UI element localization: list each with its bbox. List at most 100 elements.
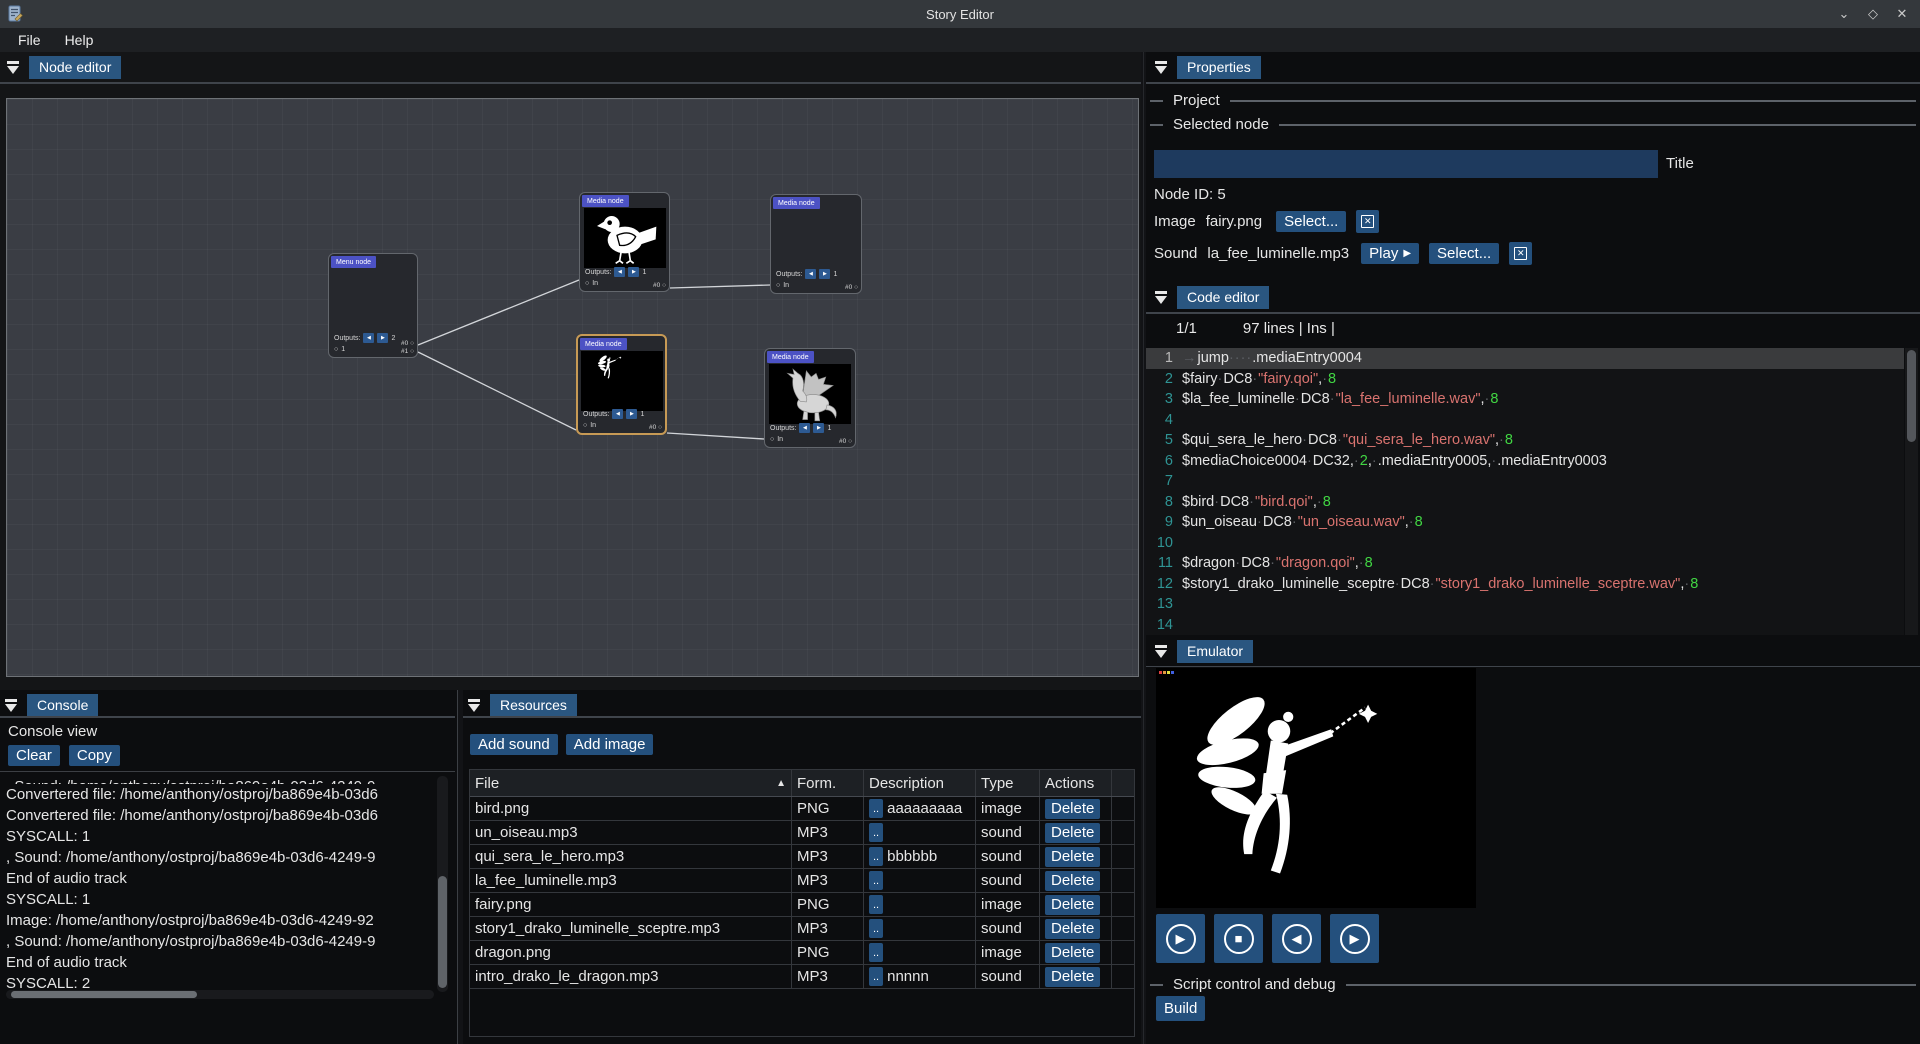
copy-button[interactable]: Copy bbox=[69, 745, 120, 766]
emulator-play-button[interactable]: ▶ bbox=[1156, 914, 1205, 963]
collapse-node-editor-icon[interactable] bbox=[6, 61, 20, 74]
sound-clear-button[interactable]: ✕ bbox=[1509, 242, 1532, 265]
code-line[interactable]: 10 bbox=[1146, 533, 1904, 554]
console-hscroll-thumb[interactable] bbox=[11, 991, 197, 998]
next-output-button[interactable]: ▶ bbox=[819, 269, 830, 279]
column-header-format[interactable]: Form. bbox=[792, 770, 864, 796]
sound-select-button[interactable]: Select... bbox=[1429, 243, 1499, 264]
clear-button[interactable]: Clear bbox=[8, 745, 60, 766]
image-select-button[interactable]: Select... bbox=[1276, 211, 1346, 232]
fairy-media-node[interactable]: Media nodeOutputs:◀▶1○In#0 ○ bbox=[576, 334, 667, 435]
code-line[interactable]: 6$mediaChoice0004·DC32,·2,·.mediaEntry00… bbox=[1146, 451, 1904, 472]
column-header-file[interactable]: File ▲ bbox=[470, 770, 792, 796]
delete-button[interactable]: Delete bbox=[1045, 943, 1100, 963]
console-vscroll-thumb[interactable] bbox=[438, 876, 447, 988]
console-log[interactable]: , Sound: /home/anthony/ostproj/ba869e4b-… bbox=[6, 776, 434, 992]
build-button[interactable]: Build bbox=[1156, 996, 1205, 1021]
code-vscroll-thumb[interactable] bbox=[1907, 350, 1916, 442]
shade-button[interactable]: ⌄ bbox=[1836, 6, 1852, 22]
delete-button[interactable]: Delete bbox=[1045, 847, 1100, 867]
code-line[interactable]: 13 bbox=[1146, 594, 1904, 615]
prev-output-button[interactable]: ◀ bbox=[614, 267, 625, 277]
add-image-button[interactable]: Add image bbox=[566, 734, 654, 755]
tab-properties[interactable]: Properties bbox=[1177, 56, 1261, 79]
table-row[interactable]: la_fee_luminelle.mp3MP3..soundDelete bbox=[470, 869, 1134, 893]
empty-media-node[interactable]: Media nodeOutputs:◀▶1○In#0 ○ bbox=[770, 194, 862, 294]
prev-output-button[interactable]: ◀ bbox=[805, 269, 816, 279]
edit-description-button[interactable]: .. bbox=[869, 871, 883, 890]
collapse-console-icon[interactable] bbox=[4, 699, 18, 712]
tab-emulator[interactable]: Emulator bbox=[1177, 640, 1253, 663]
tab-node-editor[interactable]: Node editor bbox=[29, 56, 121, 79]
next-output-button[interactable]: ▶ bbox=[628, 267, 639, 277]
menu-help[interactable]: Help bbox=[55, 30, 104, 50]
prev-output-button[interactable]: ◀ bbox=[363, 333, 374, 343]
code-line[interactable]: 8$bird·DC8·"bird.qoi",·8 bbox=[1146, 492, 1904, 513]
collapse-resources-icon[interactable] bbox=[467, 699, 481, 712]
next-output-button[interactable]: ▶ bbox=[813, 423, 824, 433]
title-input[interactable] bbox=[1154, 150, 1658, 178]
sound-play-button[interactable]: Play ▶ bbox=[1361, 243, 1419, 264]
delete-button[interactable]: Delete bbox=[1045, 919, 1100, 939]
delete-button[interactable]: Delete bbox=[1045, 823, 1100, 843]
add-sound-button[interactable]: Add sound bbox=[470, 734, 558, 755]
edit-description-button[interactable]: .. bbox=[869, 943, 883, 962]
dragon-media-node[interactable]: Media nodeOutputs:◀▶1○In#0 ○ bbox=[764, 348, 856, 448]
table-row[interactable]: bird.pngPNG..aaaaaaaaaimageDelete bbox=[470, 797, 1134, 821]
emulator-back-button[interactable]: ◀ bbox=[1272, 914, 1321, 963]
column-header-type[interactable]: Type bbox=[976, 770, 1040, 796]
table-row[interactable]: qui_sera_le_hero.mp3MP3..bbbbbbsoundDele… bbox=[470, 845, 1134, 869]
console-hscrollbar[interactable] bbox=[6, 990, 434, 999]
code-editor-area[interactable]: 1→jump····.mediaEntry00042$fairy·DC8·"fa… bbox=[1146, 348, 1904, 635]
collapse-code-editor-icon[interactable] bbox=[1154, 291, 1168, 304]
code-line[interactable]: 5$qui_sera_le_hero·DC8·"qui_sera_le_hero… bbox=[1146, 430, 1904, 451]
delete-button[interactable]: Delete bbox=[1045, 967, 1100, 987]
next-output-button[interactable]: ▶ bbox=[377, 333, 388, 343]
tab-resources[interactable]: Resources bbox=[490, 694, 577, 717]
code-line[interactable]: 11$dragon·DC8·"dragon.qoi",·8 bbox=[1146, 553, 1904, 574]
next-output-button[interactable]: ▶ bbox=[626, 409, 637, 419]
edit-description-button[interactable]: .. bbox=[869, 799, 883, 818]
edit-description-button[interactable]: .. bbox=[869, 919, 883, 938]
table-row[interactable]: story1_drako_luminelle_sceptre.mp3MP3..s… bbox=[470, 917, 1134, 941]
edit-description-button[interactable]: .. bbox=[869, 895, 883, 914]
table-row[interactable]: dragon.pngPNG..imageDelete bbox=[470, 941, 1134, 965]
image-clear-button[interactable]: ✕ bbox=[1356, 210, 1379, 233]
delete-button[interactable]: Delete bbox=[1045, 895, 1100, 915]
table-row[interactable]: intro_drako_le_dragon.mp3MP3..nnnnnsound… bbox=[470, 965, 1134, 989]
bird-media-node[interactable]: Media nodeOutputs:◀▶1○In#0 ○ bbox=[579, 192, 670, 292]
menu-node[interactable]: Menu nodeOutputs:◀▶2○1#0 ○#1 ○ bbox=[328, 253, 418, 358]
code-line[interactable]: 4 bbox=[1146, 410, 1904, 431]
console-vscrollbar[interactable] bbox=[437, 776, 448, 992]
code-line[interactable]: 14 bbox=[1146, 615, 1904, 636]
column-header-description[interactable]: Description bbox=[864, 770, 976, 796]
code-line[interactable]: 7 bbox=[1146, 471, 1904, 492]
edit-description-button[interactable]: .. bbox=[869, 847, 883, 866]
emulator-forward-button[interactable]: ▶ bbox=[1330, 914, 1379, 963]
delete-button[interactable]: Delete bbox=[1045, 871, 1100, 891]
tab-code-editor[interactable]: Code editor bbox=[1177, 286, 1269, 309]
code-vscrollbar[interactable] bbox=[1905, 348, 1918, 635]
collapse-emulator-icon[interactable] bbox=[1154, 645, 1168, 658]
code-line[interactable]: 3$la_fee_luminelle·DC8·"la_fee_luminelle… bbox=[1146, 389, 1904, 410]
column-header-actions[interactable]: Actions bbox=[1040, 770, 1112, 796]
prev-output-button[interactable]: ◀ bbox=[612, 409, 623, 419]
menu-file[interactable]: File bbox=[8, 30, 51, 50]
code-line[interactable]: 9$un_oiseau·DC8·"un_oiseau.wav",·8 bbox=[1146, 512, 1904, 533]
delete-button[interactable]: Delete bbox=[1045, 799, 1100, 819]
code-line[interactable]: 12$story1_drako_luminelle_sceptre·DC8·"s… bbox=[1146, 574, 1904, 595]
prev-output-button[interactable]: ◀ bbox=[799, 423, 810, 433]
close-button[interactable]: ✕ bbox=[1894, 6, 1910, 22]
maximize-button[interactable]: ◇ bbox=[1865, 6, 1881, 22]
table-row[interactable]: fairy.pngPNG..imageDelete bbox=[470, 893, 1134, 917]
code-line[interactable]: 1→jump····.mediaEntry0004 bbox=[1146, 348, 1904, 369]
node-graph-canvas[interactable]: Menu nodeOutputs:◀▶2○1#0 ○#1 ○ Media node… bbox=[6, 98, 1139, 677]
table-row[interactable]: un_oiseau.mp3MP3..soundDelete bbox=[470, 821, 1134, 845]
tab-console[interactable]: Console bbox=[27, 694, 98, 717]
edit-description-button[interactable]: .. bbox=[869, 967, 883, 986]
emulator-stop-button[interactable]: ■ bbox=[1214, 914, 1263, 963]
collapse-properties-icon[interactable] bbox=[1154, 61, 1168, 74]
description-text: bbbbbb bbox=[887, 848, 937, 865]
code-line[interactable]: 2$fairy·DC8·"fairy.qoi",·8 bbox=[1146, 369, 1904, 390]
edit-description-button[interactable]: .. bbox=[869, 823, 883, 842]
